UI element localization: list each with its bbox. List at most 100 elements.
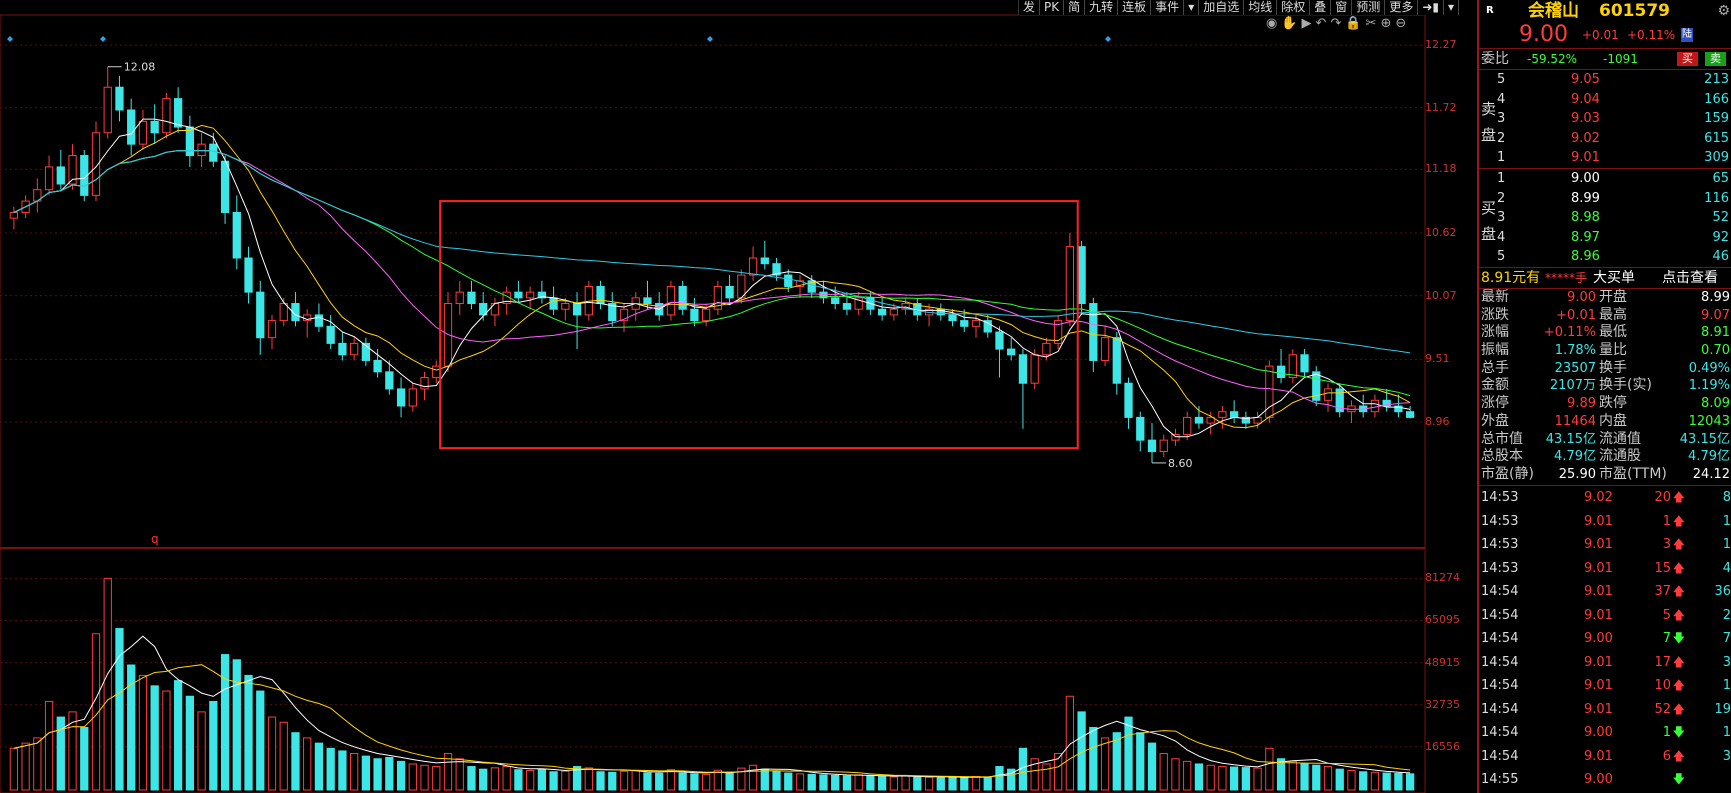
candle-body[interactable] [1171,433,1180,441]
candle-body[interactable] [831,297,840,305]
scissors-icon[interactable]: ✂ [1366,17,1377,31]
toolbar-button-13[interactable]: 更多 [1385,0,1419,15]
ask-level-4[interactable]: 4 9.04 166 [1479,90,1731,110]
candle-body[interactable] [396,388,406,407]
candle-body[interactable] [701,308,711,322]
candle-body[interactable] [197,143,206,157]
toolbar-button-7[interactable]: 加自选 [1199,0,1245,15]
play-icon[interactable]: ▶ [1302,17,1312,31]
lock-icon[interactable]: 🔒 [1345,17,1361,31]
candle-body[interactable] [385,371,394,390]
candle-body[interactable] [408,388,417,407]
candle-body[interactable] [232,211,241,259]
zoom-out-icon[interactable]: ⊖ [1395,17,1406,31]
candle-body[interactable] [138,120,148,145]
candle-body[interactable] [995,331,1004,350]
candle-body[interactable] [1136,416,1145,441]
kline-chart[interactable]: 12.08 8.60 q [0,0,1480,793]
candle-body[interactable] [267,320,277,339]
candle-body[interactable] [1229,411,1239,418]
toolbar-button-9[interactable]: 除权 [1277,0,1311,15]
candle-body[interactable] [326,325,335,344]
toolbar-button-10[interactable]: 叠 [1310,0,1332,15]
candle-body[interactable] [1194,416,1204,424]
candle-body[interactable] [56,166,65,185]
candle-body[interactable] [220,160,230,213]
candle-body[interactable] [9,211,19,219]
kline-chart-area[interactable]: 12.08 8.60 q 发 PK 简九转 连板 事件 ▾ 加自选 均线 除权叠窗预测 更多 ➜▮ ▾ ◉… [0,0,1480,793]
candle-body[interactable] [971,320,981,327]
toolbar-button-2[interactable]: 简 [1064,0,1086,15]
candle-body[interactable] [1276,365,1286,379]
toolbar-button-15[interactable]: ▾ [1444,0,1460,15]
candle-body[interactable] [748,257,758,276]
candle-body[interactable] [150,120,159,134]
candle-body[interactable] [455,291,464,305]
candle-body[interactable] [1370,399,1380,413]
candle-body[interactable] [314,314,324,327]
candle-body[interactable] [842,303,852,310]
toolbar-button-12[interactable]: 预测 [1352,0,1386,15]
toolbar-button-4[interactable]: 连板 [1118,0,1152,15]
toolbar-button-5[interactable]: 事件 [1151,0,1185,15]
candle-body[interactable] [162,98,171,134]
candle-body[interactable] [373,359,382,373]
candle-body[interactable] [1147,439,1157,453]
candle-body[interactable] [44,166,54,191]
event-marker-icon[interactable] [707,36,713,42]
candle-body[interactable] [1100,337,1110,361]
candle-body[interactable] [572,303,582,316]
candle-body[interactable] [889,308,899,316]
candle-body[interactable] [725,285,734,299]
candle-body[interactable] [690,308,699,322]
undo-icon[interactable]: ↶ [1316,17,1327,31]
toolbar-button-0[interactable]: 发 [1019,0,1041,15]
candle-body[interactable] [1030,354,1039,384]
candle-body[interactable] [760,257,769,265]
toolbar-button-6[interactable]: ▾ [1184,0,1200,15]
eye-icon[interactable]: ◉ [1266,17,1277,31]
candle-body[interactable] [420,377,429,390]
candle-body[interactable] [1405,411,1415,418]
candle-body[interactable] [549,297,558,310]
candle-body[interactable] [256,291,265,339]
candle-body[interactable] [1077,246,1086,305]
toolbar-button-3[interactable]: 九转 [1085,0,1119,15]
redo-icon[interactable]: ↷ [1330,17,1341,31]
hand-icon[interactable]: ✋ [1281,17,1297,31]
candle-body[interactable] [1124,382,1133,418]
toolbar-button-11[interactable]: 窗 [1331,0,1353,15]
candle-body[interactable] [173,98,183,128]
candle-body[interactable] [1253,416,1262,424]
event-marker-icon[interactable] [100,36,106,42]
big-order-link[interactable]: 点击查看 [1662,268,1718,288]
ask-level-3[interactable]: 3 9.03 159 [1479,109,1731,129]
candle-body[interactable] [561,303,570,310]
ask-level-2[interactable]: 2 9.02 615 [1479,129,1731,149]
bid-level-3[interactable]: 3 8.98 52 [1479,208,1731,228]
bid-level-2[interactable]: 2 8.99 116 [1479,189,1731,209]
candle-body[interactable] [666,285,676,316]
candle-body[interactable] [643,297,652,305]
candle-body[interactable] [1159,439,1168,453]
buy-button[interactable]: 买 [1677,52,1698,66]
candle-body[interactable] [596,285,605,305]
candle-body[interactable] [432,365,441,379]
candle-body[interactable] [1042,342,1051,356]
candle-body[interactable] [467,291,476,305]
candle-body[interactable] [103,86,112,134]
candle-body[interactable] [127,109,136,145]
candle-body[interactable] [514,291,523,299]
toolbar-button-8[interactable]: 均线 [1244,0,1278,15]
candle-body[interactable] [1112,337,1121,384]
candle-body[interactable] [877,308,887,316]
candle-body[interactable] [244,257,253,293]
candle-body[interactable] [1218,411,1227,418]
event-marker-icon[interactable] [1105,36,1111,42]
candle-body[interactable] [115,86,124,111]
ask-level-5[interactable]: 5 9.05 213 [1479,70,1731,90]
candle-body[interactable] [525,291,535,299]
candle-body[interactable] [784,274,793,287]
bid-level-5[interactable]: 5 8.96 46 [1479,247,1731,267]
candle-body[interactable] [279,303,288,322]
